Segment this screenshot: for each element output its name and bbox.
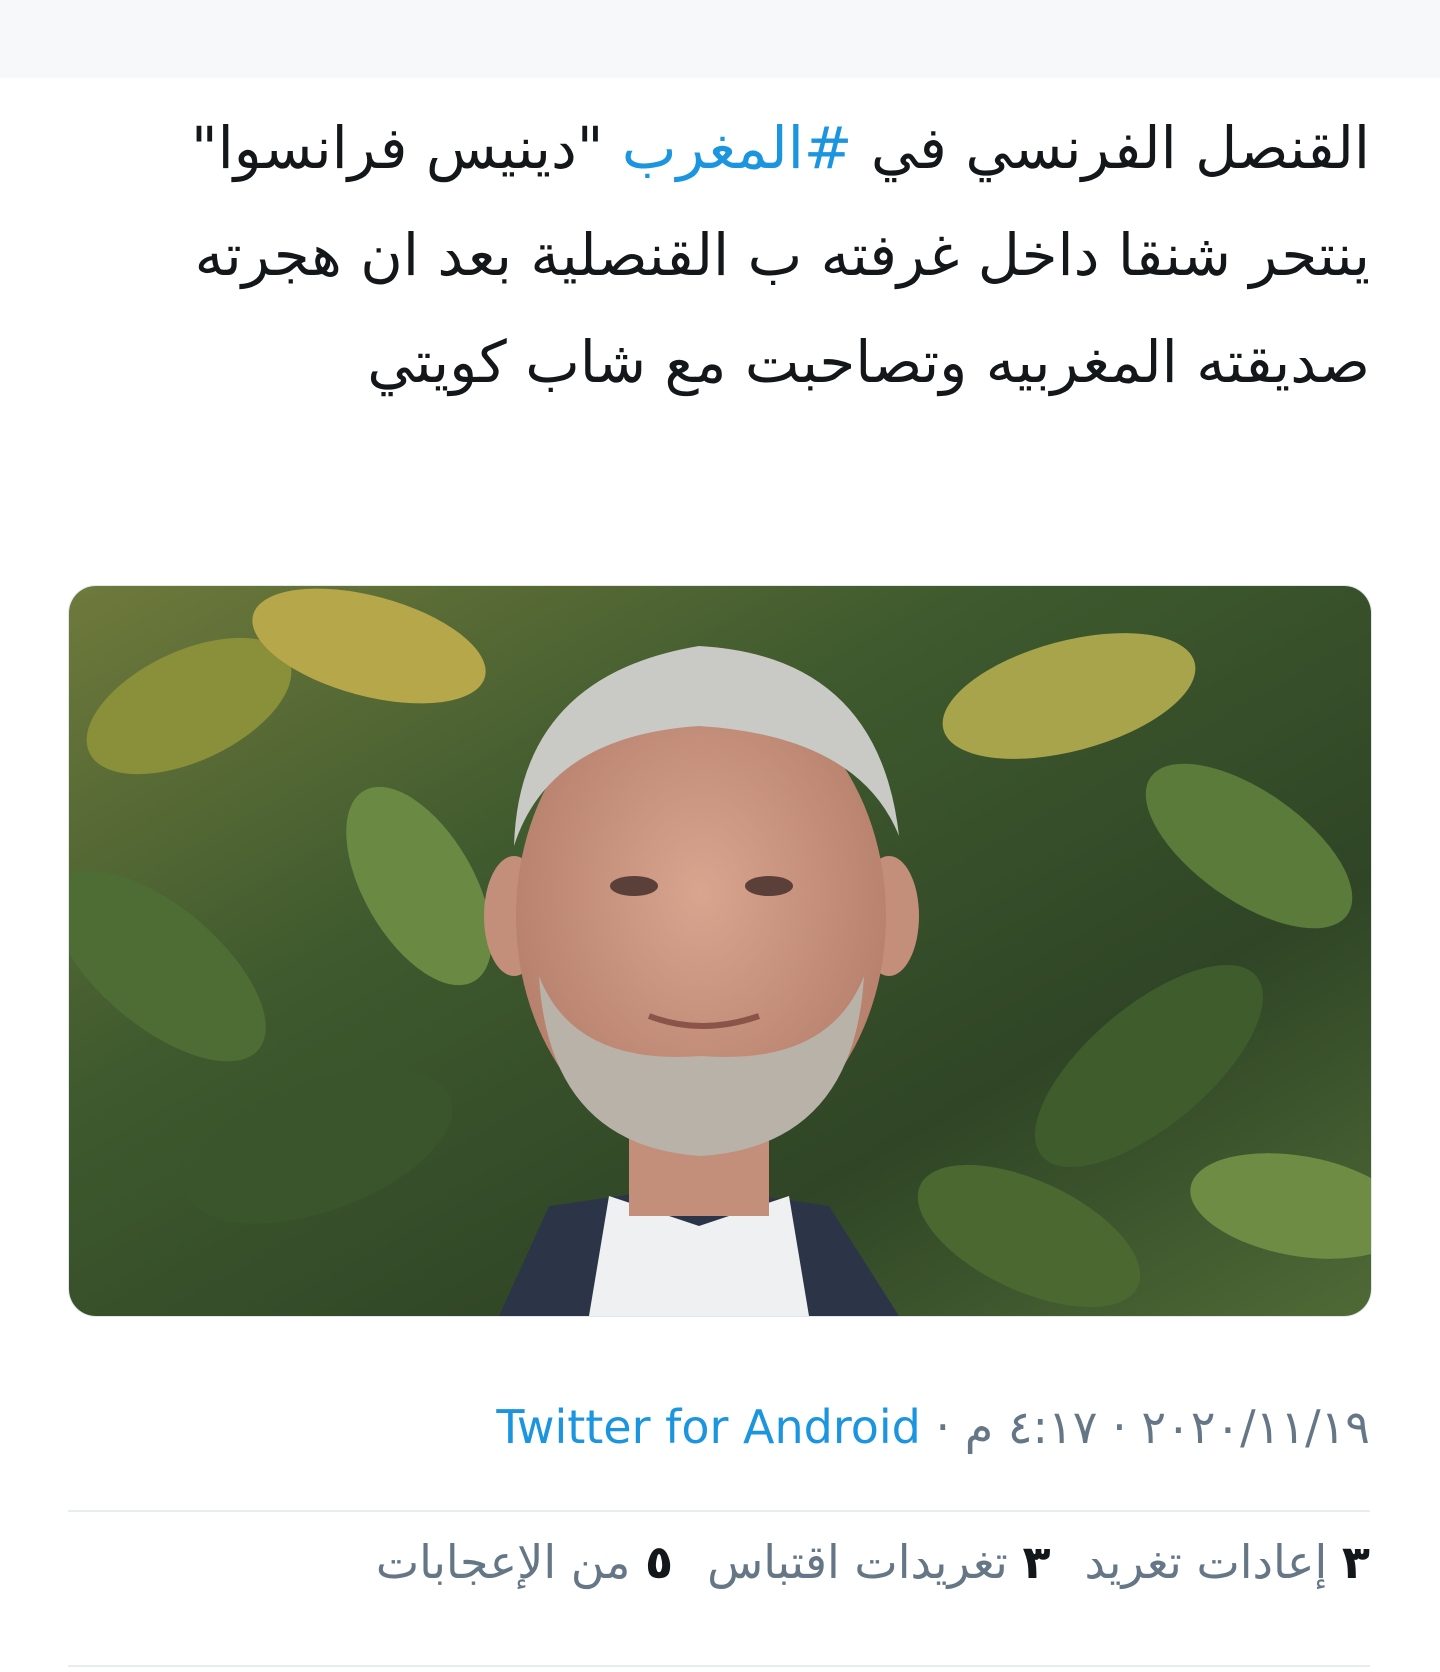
- tweet-meta: ٢٠٢٠/١١/١٩ · ٤:١٧ م · Twitter for Androi…: [60, 1400, 1370, 1454]
- retweets-label: إعادات تغريد: [1084, 1535, 1328, 1589]
- divider-bottom: [68, 1665, 1370, 1667]
- tweet-text-start: القنصل الفرنسي في: [852, 114, 1370, 182]
- photo-of-man-icon: [69, 586, 1371, 1316]
- retweets-stat[interactable]: ٣ إعادات تغريد: [1085, 1535, 1370, 1589]
- tweet-time[interactable]: ٤:١٧ م: [965, 1400, 1098, 1454]
- meta-separator-1: ·: [1112, 1400, 1127, 1454]
- top-strip: [0, 0, 1440, 78]
- retweets-count: ٣: [1341, 1535, 1370, 1589]
- quotes-stat[interactable]: ٣ تغريدات اقتباس: [707, 1535, 1050, 1589]
- likes-stat[interactable]: ٥ من الإعجابات: [376, 1535, 673, 1589]
- tweet-date[interactable]: ٢٠٢٠/١١/١٩: [1141, 1400, 1370, 1454]
- quotes-count: ٣: [1022, 1535, 1051, 1589]
- tweet-photo[interactable]: [68, 585, 1372, 1317]
- tweet-stats: ٣ إعادات تغريد٣ تغريدات اقتباس٥ من الإعج…: [60, 1535, 1370, 1589]
- meta-separator-2: ·: [935, 1400, 951, 1454]
- divider-top: [68, 1510, 1370, 1512]
- tweet-text: القنصل الفرنسي في #المغرب "دينيس فرانسوا…: [60, 95, 1370, 416]
- likes-label: من الإعجابات: [375, 1535, 631, 1589]
- tweet-source-link[interactable]: Twitter for Android: [496, 1400, 921, 1454]
- likes-count: ٥: [645, 1535, 674, 1589]
- hashtag-link[interactable]: #المغرب: [622, 114, 853, 182]
- quotes-label: تغريدات اقتباس: [707, 1535, 1008, 1589]
